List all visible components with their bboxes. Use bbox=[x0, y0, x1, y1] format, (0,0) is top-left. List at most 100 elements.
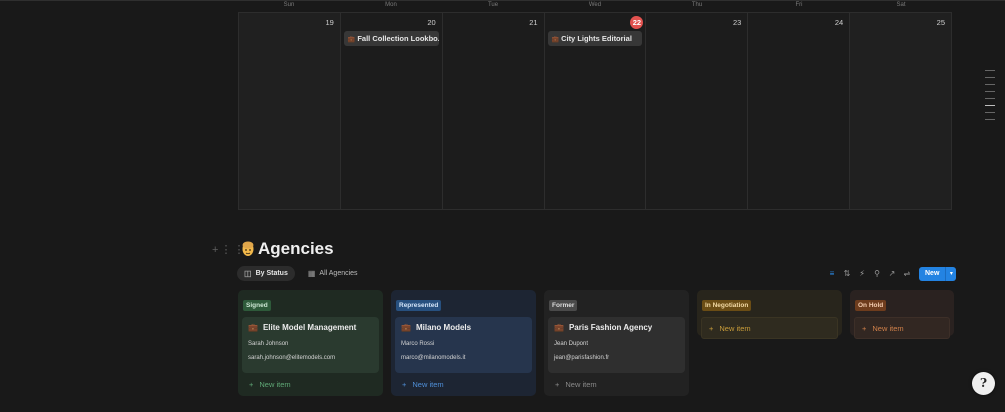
calendar-day-cell[interactable]: 25 bbox=[849, 13, 953, 209]
outline-tick[interactable] bbox=[985, 70, 995, 71]
filter-icon[interactable]: ≡ bbox=[826, 268, 838, 280]
card-contact: Sarah Johnson bbox=[248, 341, 289, 347]
database-title-text[interactable]: Agencies bbox=[258, 239, 334, 259]
tab-label: All Agencies bbox=[319, 270, 358, 277]
card-title: 💼 Elite Model Management bbox=[248, 323, 373, 332]
board-card[interactable]: 💼 Elite Model Management Sarah Johnson s… bbox=[242, 317, 379, 373]
calendar-day-cell[interactable]: 20 💼 Fall Collection Lookbo... bbox=[339, 13, 442, 209]
board-column-former: Former 💼 Paris Fashion Agency Jean Dupon… bbox=[544, 290, 689, 396]
weekday-label: Sat bbox=[896, 2, 906, 8]
briefcase-icon: 💼 bbox=[551, 37, 560, 43]
weekday-label: Fri bbox=[795, 2, 803, 8]
new-item-button[interactable]: + New item bbox=[854, 317, 950, 339]
tab-all-agencies[interactable]: ▦ All Agencies bbox=[301, 266, 365, 281]
tab-by-status[interactable]: ◫ By Status bbox=[237, 266, 295, 281]
board-card[interactable]: 💼 Milano Models Marco Rossi marco@milano… bbox=[395, 317, 532, 373]
card-email: jean@parisfashion.fr bbox=[554, 355, 610, 361]
kanban-board: Signed 💼 Elite Model Management Sarah Jo… bbox=[238, 290, 954, 396]
briefcase-icon: 💼 bbox=[554, 323, 564, 332]
bust-in-silhouette-icon bbox=[242, 241, 254, 256]
lightning-icon[interactable]: ⚡︎ bbox=[856, 268, 868, 280]
calendar-weekday-header: Sun Mon Tue Wed Thu Fri Sat bbox=[238, 0, 952, 12]
outline-tick[interactable] bbox=[985, 119, 995, 120]
day-number: 25 bbox=[936, 18, 946, 27]
board-column-represented: Represented 💼 Milano Models Marco Rossi … bbox=[391, 290, 536, 396]
day-number: 20 bbox=[427, 18, 436, 27]
event-title: City Lights Editorial bbox=[561, 34, 632, 43]
new-item-label: New item bbox=[565, 380, 597, 389]
card-contact: Marco Rossi bbox=[401, 341, 435, 347]
card-name: Milano Models bbox=[415, 323, 472, 332]
plus-icon: + bbox=[402, 380, 407, 389]
weekday-label: Tue bbox=[487, 2, 499, 8]
outline-tick[interactable] bbox=[985, 84, 995, 85]
calendar-day-cell[interactable]: 23 bbox=[645, 13, 748, 209]
today-day-number: 22 bbox=[630, 16, 644, 29]
new-item-button[interactable]: + New item bbox=[548, 380, 685, 389]
card-title: 💼 Milano Models bbox=[401, 323, 526, 332]
status-badge[interactable]: Former bbox=[549, 300, 578, 311]
view-tabs: ◫ By Status ▦ All Agencies bbox=[237, 266, 365, 281]
weekday-label: Thu bbox=[691, 2, 703, 8]
calendar-day-cell[interactable]: 19 bbox=[238, 13, 340, 209]
database-title: Agencies bbox=[241, 239, 334, 259]
outline-tick[interactable] bbox=[985, 112, 995, 113]
database-toolbar: ≡ ⇅ ⚡︎ ⚲ ↗ ⇌ New ▾ bbox=[826, 267, 957, 281]
card-contact: Jean Dupont bbox=[554, 341, 589, 347]
plus-icon: + bbox=[555, 380, 560, 389]
board-card[interactable]: 💼 Paris Fashion Agency Jean Dupont jean@… bbox=[548, 317, 685, 373]
tab-label: By Status bbox=[255, 270, 288, 277]
calendar-event[interactable]: 💼 City Lights Editorial bbox=[547, 31, 643, 46]
plus-icon: + bbox=[862, 323, 867, 333]
new-item-button[interactable]: + New item bbox=[395, 380, 532, 389]
card-title: 💼 Paris Fashion Agency bbox=[554, 323, 679, 332]
day-number: 24 bbox=[834, 18, 844, 27]
day-number: 21 bbox=[529, 18, 538, 27]
outline-tick[interactable] bbox=[985, 98, 995, 99]
briefcase-icon: 💼 bbox=[401, 323, 411, 332]
new-item-label: New item bbox=[872, 323, 904, 333]
status-badge[interactable]: Represented bbox=[396, 300, 442, 311]
card-name: Elite Model Management bbox=[262, 323, 357, 332]
new-item-label: New item bbox=[412, 380, 444, 389]
status-badge[interactable]: On Hold bbox=[855, 300, 887, 311]
expand-icon[interactable]: ↗ bbox=[886, 268, 898, 280]
sort-icon[interactable]: ⇅ bbox=[841, 268, 853, 280]
day-number: 23 bbox=[732, 18, 742, 27]
weekday-label: Mon bbox=[385, 2, 397, 8]
new-item-button[interactable]: + New item bbox=[701, 317, 838, 339]
calendar-day-cell[interactable]: 24 bbox=[747, 13, 850, 209]
briefcase-icon: 💼 bbox=[347, 37, 356, 43]
settings-sliders-icon[interactable]: ⇌ bbox=[901, 268, 913, 280]
new-item-button[interactable]: + New item bbox=[242, 380, 379, 389]
new-button-group: New ▾ bbox=[919, 267, 957, 281]
card-email: sarah.johnson@elitemodels.com bbox=[248, 355, 336, 361]
board-column-in-negotiation: In Negotiation + New item bbox=[697, 290, 842, 339]
table-icon: ▦ bbox=[307, 269, 316, 278]
day-number: 19 bbox=[325, 18, 334, 27]
outline-tick-active[interactable] bbox=[985, 105, 995, 106]
board-column-signed: Signed 💼 Elite Model Management Sarah Jo… bbox=[238, 290, 383, 396]
new-button[interactable]: New bbox=[919, 267, 946, 281]
weekday-label: Sun bbox=[283, 2, 295, 8]
weekday-label: Wed bbox=[588, 2, 602, 8]
board-icon: ◫ bbox=[244, 269, 252, 278]
status-badge[interactable]: In Negotiation bbox=[702, 300, 752, 311]
help-button[interactable]: ? bbox=[972, 372, 995, 395]
calendar-day-cell[interactable]: 21 bbox=[441, 13, 544, 209]
calendar-day-cell[interactable]: 22 💼 City Lights Editorial bbox=[543, 13, 646, 209]
status-badge[interactable]: Signed bbox=[243, 300, 271, 311]
chevron-down-icon[interactable]: ▾ bbox=[945, 267, 957, 281]
new-item-label: New item bbox=[259, 380, 291, 389]
outline-tick[interactable] bbox=[985, 91, 995, 92]
new-item-label: New item bbox=[719, 323, 751, 333]
card-name: Paris Fashion Agency bbox=[568, 323, 653, 332]
plus-icon: + bbox=[249, 380, 254, 389]
briefcase-icon: 💼 bbox=[248, 323, 258, 332]
calendar-event[interactable]: 💼 Fall Collection Lookbo... bbox=[343, 31, 439, 46]
calendar-week-row: 19 20 💼 Fall Collection Lookbo... 21 22 💼… bbox=[238, 12, 953, 210]
page-outline-navigator[interactable] bbox=[985, 70, 995, 126]
search-icon[interactable]: ⚲ bbox=[871, 268, 883, 280]
outline-tick[interactable] bbox=[985, 77, 995, 78]
card-email: marco@milanomodels.it bbox=[401, 355, 466, 361]
